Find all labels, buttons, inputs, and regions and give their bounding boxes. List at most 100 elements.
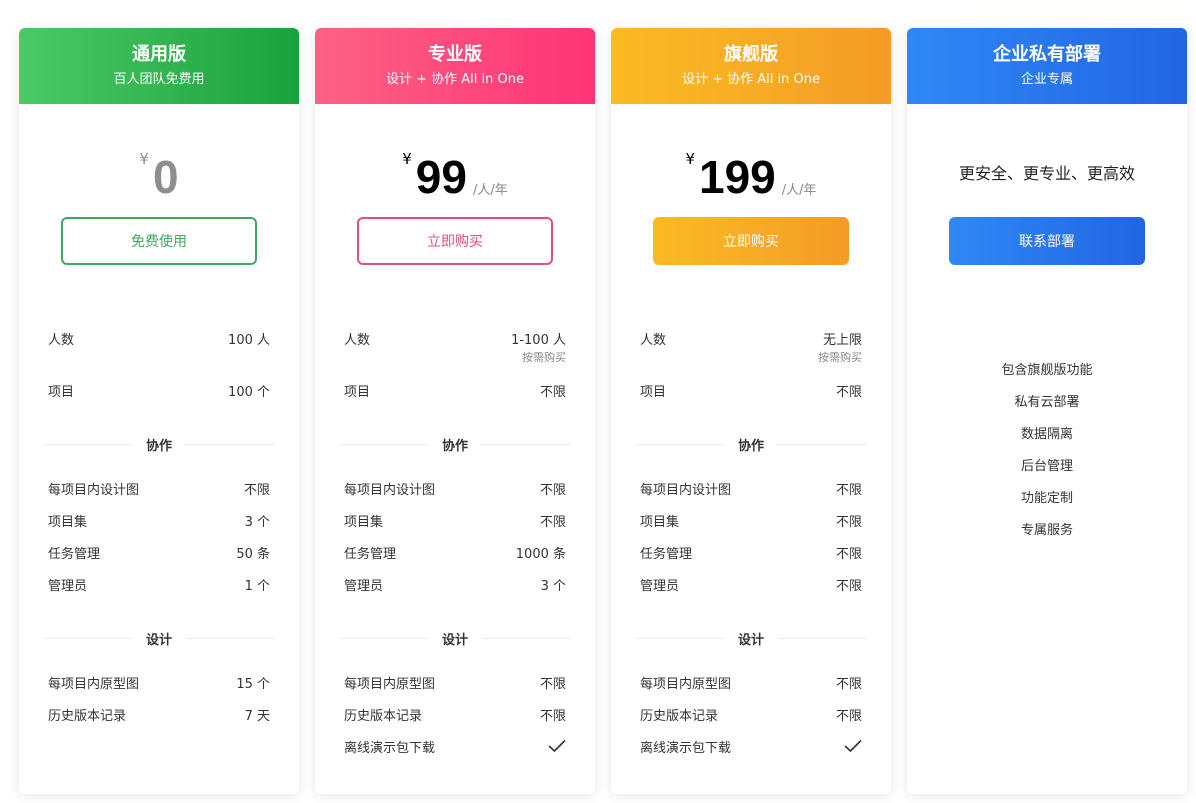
spec-label: 每项目内设计图 [640,482,732,498]
buy-now-button[interactable]: 立即购买 [653,217,849,265]
spec-row: 历史版本记录 不限 [344,704,566,724]
spec-value: 100 人 [228,332,270,348]
plan-name: 旗舰版 [724,44,778,65]
spec-row: 管理员 不限 [640,574,862,594]
spec-row: 每项目内设计图 不限 [640,478,862,498]
section-title: 设计 [738,632,765,648]
spec-value: 不限 [539,384,566,400]
spec-label: 管理员 [640,578,680,594]
plan-subtitle: 设计 + 协作 All in One [682,72,820,87]
spec-label: 任务管理 [48,546,101,562]
contact-deploy-button[interactable]: 联系部署 [949,217,1145,265]
spec-row: 离线演示包下载 [640,736,862,756]
section-title: 协作 [738,438,765,454]
spec-row: 每项目内设计图 不限 [344,478,566,498]
section-divider-design: 设计 [43,628,276,648]
plan-name: 通用版 [132,44,186,65]
spec-value: 不限 [243,482,270,498]
spec-value: 7 天 [244,708,270,724]
spec-label: 项目集 [48,514,88,530]
spec-row: 项目集 不限 [344,510,566,530]
check-icon [548,739,566,753]
spec-label: 项目 [48,384,75,400]
spec-label: 管理员 [48,578,88,594]
plan-subtitle: 设计 + 协作 All in One [386,72,524,87]
spec-value: 不限 [539,482,566,498]
section-title: 设计 [146,632,173,648]
spec-label: 项目集 [344,514,384,530]
plan-tagline: 更安全、更专业、更高效 [958,164,1135,183]
spec-row: 管理员 3 个 [344,574,566,594]
spec-value: 不限 [539,514,566,530]
feature-item: 专属服务 [1020,523,1073,538]
spec-value: 15 个 [236,676,270,692]
section-title: 协作 [442,438,469,454]
spec-value: 1 个 [244,578,270,594]
plan-header: 旗舰版 设计 + 协作 All in One [611,28,891,104]
price-unit: /人/年 [472,183,508,198]
spec-row: 项目 100 个 [48,380,270,400]
spec-label: 历史版本记录 [344,708,423,724]
spec-value: 3 个 [244,514,270,530]
spec-value: 1000 条 [515,546,566,562]
plan-name: 专业版 [428,44,482,65]
plan-card-pro: 专业版 设计 + 协作 All in One ¥ 99 /人/年 立即购买 人数… [315,28,595,794]
spec-label: 人数 [640,332,667,348]
spec-value: 不限 [539,708,566,724]
plan-subtitle: 百人团队免费用 [113,72,205,87]
spec-row: 历史版本记录 不限 [640,704,862,724]
spec-label: 历史版本记录 [48,708,127,724]
spec-label: 任务管理 [344,546,397,562]
feature-item: 包含旗舰版功能 [1001,363,1093,378]
plan-subtitle: 企业专属 [1020,72,1073,87]
section-divider-collab: 协作 [635,434,868,454]
feature-item: 功能定制 [1020,491,1073,506]
free-use-button[interactable]: 免费使用 [61,217,257,265]
price: ¥ 99 /人/年 [315,146,595,202]
spec-label: 离线演示包下载 [344,740,436,756]
spec-row: 项目 不限 [640,380,862,400]
currency-symbol: ¥ [402,150,412,168]
section-divider-collab: 协作 [339,434,572,454]
feature-item: 私有云部署 [1014,395,1080,410]
spec-note: 按需购买 [522,351,566,364]
plan-header: 企业私有部署 企业专属 [907,28,1187,104]
section-title: 协作 [146,438,173,454]
feature-item: 后台管理 [1020,459,1073,474]
spec-value: 不限 [835,482,862,498]
section-title: 设计 [442,632,469,648]
plan-card-flagship: 旗舰版 设计 + 协作 All in One ¥ 199 /人/年 立即购买 人… [611,28,891,794]
section-divider-design: 设计 [339,628,572,648]
spec-label: 项目集 [640,514,680,530]
spec-value: 不限 [835,514,862,530]
spec-value: 1-100 人 [511,332,566,348]
spec-row: 每项目内原型图 不限 [344,672,566,692]
spec-value: 不限 [539,676,566,692]
spec-label: 每项目内设计图 [48,482,140,498]
spec-value: 不限 [835,546,862,562]
currency-symbol: ¥ [139,150,149,168]
price: ¥ 0 [19,146,299,202]
spec-row: 每项目内设计图 不限 [48,478,270,498]
spec-row: 任务管理 50 条 [48,542,270,562]
price-amount: 99 [415,151,467,203]
spec-label: 每项目内设计图 [344,482,436,498]
price: ¥ 199 /人/年 [611,146,891,202]
spec-value: 3 个 [540,578,566,594]
spec-row: 项目集 不限 [640,510,862,530]
spec-value: 50 条 [236,546,270,562]
spec-row: 人数 1-100 人 [344,328,566,348]
spec-row: 任务管理 1000 条 [344,542,566,562]
spec-value: 不限 [835,708,862,724]
spec-row: 项目集 3 个 [48,510,270,530]
spec-row: 项目 不限 [344,380,566,400]
spec-label: 离线演示包下载 [640,740,732,756]
plan-name: 企业私有部署 [993,44,1101,65]
buy-now-button[interactable]: 立即购买 [357,217,553,265]
price-unit: /人/年 [781,183,817,198]
spec-label: 项目 [640,384,667,400]
price-amount: 0 [152,151,179,203]
section-divider-design: 设计 [635,628,868,648]
section-divider-collab: 协作 [43,434,276,454]
spec-label: 人数 [344,332,371,348]
